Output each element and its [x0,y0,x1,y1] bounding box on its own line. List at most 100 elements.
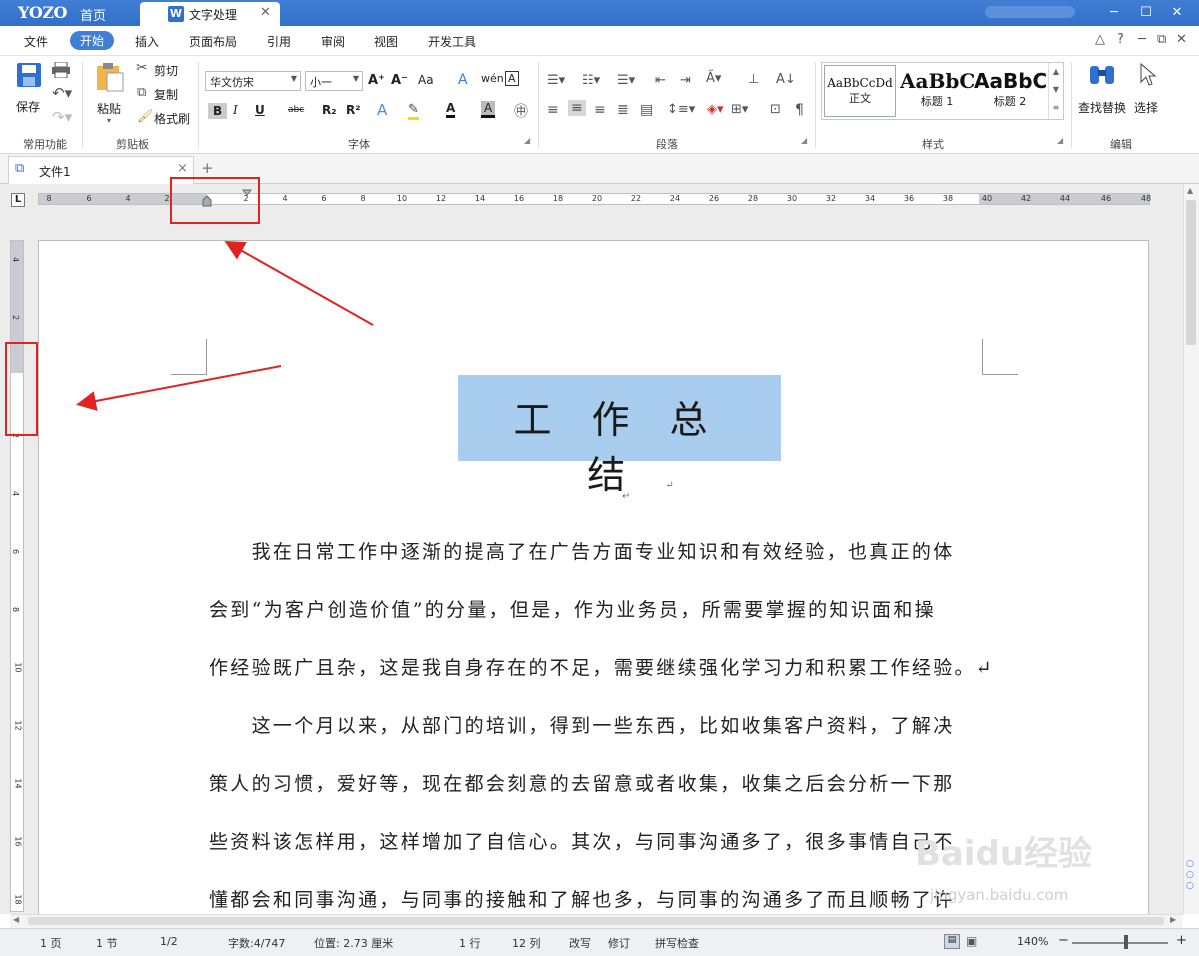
sort-icon[interactable]: A↓ [776,72,796,87]
style-heading1[interactable]: AaBbC 标题 1 [900,65,974,117]
collapse-ribbon-icon[interactable]: △ [1095,32,1105,47]
paste-button[interactable]: 粘贴 ▾ [92,60,128,126]
horizontal-scrollbar[interactable]: ◀ ▶ [10,914,1183,928]
horizontal-scroll-thumb[interactable] [28,917,1164,925]
minimize-button[interactable]: ─ [1103,3,1125,23]
format-painter-button[interactable]: 🖌 格式刷 [136,109,194,127]
tab-stop-selector[interactable]: L [11,193,25,207]
subscript-button[interactable]: R₂ [322,103,337,117]
menu-home[interactable]: 开始 [70,31,115,50]
menu-insert[interactable]: 插入 [135,33,159,50]
doc-minimize-icon[interactable]: ─ [1138,32,1146,47]
font-dialog-launcher[interactable]: ◢ [524,136,530,145]
numbered-list-icon[interactable]: ☷▾ [582,73,600,88]
style-heading2[interactable]: AaBbC 标题 2 [974,65,1046,117]
char-border-button[interactable]: A [505,71,519,86]
grow-font-button[interactable]: A⁺ [368,73,385,88]
new-document-icon[interactable]: + [201,159,214,177]
align-left-icon[interactable]: ≡ [547,102,559,118]
doc-close-icon[interactable]: ✕ [1176,32,1187,47]
pinyin-button[interactable]: wén [481,72,504,85]
justify-icon[interactable]: ≣ [617,102,629,118]
show-hide-icon[interactable]: ⊡ [770,102,781,117]
menu-page-layout[interactable]: 页面布局 [189,33,237,50]
document-page[interactable]: 工作总结↵ ↵ 我在日常工作中逐渐的提高了在广告方面专业知识和有效经验，也真正的… [38,240,1149,920]
vertical-scroll-thumb[interactable] [1186,200,1196,345]
copy-button[interactable]: ⧉ 复制 [136,85,186,103]
style-normal[interactable]: AaBbCcDd 正文 [824,65,896,117]
writer-app-tab[interactable]: W 文字处理 ✕ [140,2,280,26]
text-effect-button[interactable]: A [377,101,387,119]
zoom-slider[interactable] [1072,942,1168,944]
text-direction-icon[interactable]: A̋▾ [706,71,721,86]
close-window-button[interactable]: ✕ [1166,3,1188,23]
body-line[interactable]: 懂都会和同事沟通，与同事的接触和了解也多，与同事的沟通多了而且顺畅了许 [209,885,955,912]
distributed-icon[interactable]: ▤ [640,102,653,118]
font-color-button[interactable]: A [446,101,456,118]
page-nav-icon[interactable]: ○ ○ ○ [1186,859,1194,892]
body-line[interactable]: 会到“为客户创造价值”的分量，但是，作为业务员，所需要掌握的知识面和操 [209,595,936,622]
shading-icon[interactable]: ◈▾ [707,102,724,117]
multilevel-list-icon[interactable]: ☰▾ [617,73,635,88]
redo-icon[interactable]: ↷▾ [52,108,72,126]
close-document-icon[interactable]: × [177,161,188,176]
highlight-icon[interactable]: ✎ [408,102,419,120]
print-layout-view-icon[interactable]: ▤ [944,934,960,949]
user-account-area[interactable] [985,6,1075,18]
zoom-out-button[interactable]: − [1058,933,1069,948]
borders-icon[interactable]: ⊞▾ [731,102,748,117]
paragraph-dialog-launcher[interactable]: ◢ [801,136,807,145]
styles-dialog-launcher[interactable]: ◢ [1057,136,1063,145]
vertical-scrollbar[interactable]: ▲ ○ ○ ○ [1183,184,1199,914]
home-tab[interactable]: 首页 [80,5,106,24]
align-right-icon[interactable]: ≡ [594,102,606,118]
menu-view[interactable]: 视图 [374,33,398,50]
font-size-select[interactable]: 小一 ▼ [305,71,363,91]
status-spell-check[interactable]: 拼写检查 [655,935,699,951]
strikethrough-button[interactable]: abc [288,105,304,115]
align-center-icon[interactable]: ≡ [568,100,586,116]
body-line[interactable]: 些资料该怎样用，这样增加了自信心。其次，与同事沟通多了，很多事情自己不 [209,827,955,854]
scroll-up-icon[interactable]: ▲ [1187,186,1193,195]
document-title[interactable]: 工作总结↵ [458,389,781,499]
cut-button[interactable]: ✂ 剪切 [136,60,186,79]
clear-format-icon[interactable]: A [458,72,468,88]
print-icon[interactable] [52,62,70,78]
maximize-button[interactable]: ☐ [1135,3,1157,23]
bold-button[interactable]: B [208,103,228,119]
menu-file[interactable]: 文件 [24,33,48,50]
char-shading-button[interactable]: A [481,101,496,118]
change-case-button[interactable]: Aa [418,73,434,87]
styles-scroll[interactable]: ▲ ▼ ≡ [1048,63,1063,119]
close-tab-icon[interactable]: ✕ [260,5,271,20]
italic-button[interactable]: I [233,103,238,117]
body-line[interactable]: 作经验既广且杂，这是我自身存在的不足，需要继续强化学习力和积累工作经验。↵ [209,653,994,680]
menu-review[interactable]: 审阅 [321,33,345,50]
shrink-font-button[interactable]: A⁻ [391,73,408,88]
body-line[interactable]: 我在日常工作中逐渐的提高了在广告方面专业知识和有效经验，也真正的体 [209,537,955,564]
help-icon[interactable]: ? [1117,32,1124,47]
superscript-button[interactable]: R² [346,103,361,117]
undo-icon[interactable]: ↶▾ [52,84,72,102]
status-word-count[interactable]: 字数:4/747 [228,935,285,951]
document-tab-file1[interactable]: ⧉ 文件1 × [8,156,194,184]
body-line[interactable]: 这一个月以来，从部门的培训，得到一些东西，比如收集客户资料，了解决 [209,711,955,738]
increase-indent-icon[interactable]: ⇥ [680,73,691,88]
zoom-in-button[interactable]: + [1176,933,1187,948]
pilcrow-icon[interactable]: ¶ [795,102,804,118]
scroll-right-icon[interactable]: ▶ [1170,915,1176,924]
zoom-slider-thumb[interactable] [1124,935,1128,949]
menu-references[interactable]: 引用 [267,33,291,50]
font-name-select[interactable]: 华文仿宋 ▼ [205,71,301,91]
decrease-indent-icon[interactable]: ⇤ [655,73,666,88]
menu-developer[interactable]: 开发工具 [428,33,476,50]
vertical-ruler[interactable]: 4 2 2 4 6 8 10 12 14 16 18 [10,240,24,912]
web-layout-view-icon[interactable]: ▣ [966,934,977,948]
status-overwrite[interactable]: 改写 [569,935,591,951]
doc-restore-icon[interactable]: ⧉ [1157,32,1166,47]
scroll-left-icon[interactable]: ◀ [13,915,19,924]
underline-button[interactable]: U [255,103,265,117]
enclose-char-icon[interactable]: ㊥ [514,101,528,121]
status-revise[interactable]: 修订 [608,935,630,951]
select-button[interactable]: 选择 [1132,62,1164,124]
